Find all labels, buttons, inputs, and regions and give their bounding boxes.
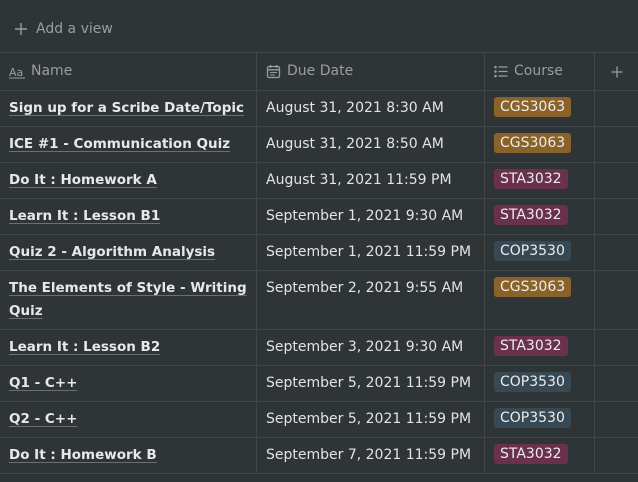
- column-header-label: Due Date: [287, 63, 354, 79]
- due-date-cell[interactable]: September 2, 2021 9:55 AM: [257, 271, 485, 329]
- due-date-value: September 1, 2021 11:59 PM: [266, 244, 472, 260]
- view-toolbar: Add a view: [0, 0, 638, 52]
- empty-cell: [595, 271, 638, 329]
- due-date-cell[interactable]: September 3, 2021 9:30 AM: [257, 330, 485, 365]
- table-row[interactable]: The Elements of Style - Writing Quiz Sept…: [0, 271, 638, 330]
- due-date-value: September 7, 2021 11:59 PM: [266, 447, 472, 463]
- due-date-cell[interactable]: September 7, 2021 11:59 PM: [257, 438, 485, 473]
- due-date-value: September 2, 2021 9:55 AM: [266, 280, 464, 296]
- due-date-value: September 3, 2021 9:30 AM: [266, 339, 464, 355]
- course-tag: CGS3063: [494, 97, 572, 117]
- empty-cell: [595, 402, 638, 437]
- course-tag: COP3530: [494, 241, 571, 261]
- name-cell[interactable]: Do It : Homework B: [0, 438, 257, 473]
- course-cell[interactable]: STA3032: [485, 163, 595, 198]
- row-title-link[interactable]: Learn It : Lesson B1: [9, 205, 160, 228]
- table-row[interactable]: Quiz 2 - Algorithm Analysis September 1, …: [0, 235, 638, 271]
- name-cell[interactable]: ICE #1 - Communication Quiz: [0, 127, 257, 162]
- name-cell[interactable]: Quiz 2 - Algorithm Analysis: [0, 235, 257, 270]
- empty-cell: [595, 127, 638, 162]
- plus-icon: [611, 66, 622, 77]
- course-tag: COP3530: [494, 408, 571, 428]
- due-date-cell[interactable]: September 5, 2021 11:59 PM: [257, 366, 485, 401]
- table-header-row: Aa Name Due Date Course: [0, 52, 638, 91]
- course-cell[interactable]: CGS3063: [485, 91, 595, 126]
- empty-cell: [595, 91, 638, 126]
- due-date-cell[interactable]: August 31, 2021 11:59 PM: [257, 163, 485, 198]
- empty-cell: [595, 438, 638, 473]
- add-view-button[interactable]: Add a view: [14, 18, 113, 40]
- row-title-link[interactable]: ICE #1 - Communication Quiz: [9, 133, 230, 156]
- empty-cell: [595, 366, 638, 401]
- table-row[interactable]: Sign up for a Scribe Date/Topic August 31…: [0, 91, 638, 127]
- due-date-value: August 31, 2021 11:59 PM: [266, 172, 452, 188]
- course-cell[interactable]: STA3032: [485, 438, 595, 473]
- name-cell[interactable]: The Elements of Style - Writing Quiz: [0, 271, 257, 329]
- course-tag: STA3032: [494, 336, 568, 356]
- course-cell[interactable]: STA3032: [485, 330, 595, 365]
- svg-text:Aa: Aa: [9, 66, 23, 79]
- row-title-link[interactable]: Learn It : Lesson B2: [9, 336, 160, 359]
- empty-cell: [595, 163, 638, 198]
- row-title-link[interactable]: Do It : Homework B: [9, 444, 157, 467]
- due-date-cell[interactable]: September 1, 2021 9:30 AM: [257, 199, 485, 234]
- row-title-link[interactable]: Q2 - C++: [9, 408, 77, 431]
- plus-icon: [15, 23, 27, 35]
- name-cell[interactable]: Learn It : Lesson B1: [0, 199, 257, 234]
- due-date-value: August 31, 2021 8:30 AM: [266, 100, 444, 116]
- name-cell[interactable]: Q1 - C++: [0, 366, 257, 401]
- add-property-button[interactable]: [595, 53, 638, 90]
- row-title-link[interactable]: Quiz 2 - Algorithm Analysis: [9, 241, 215, 264]
- row-title-link[interactable]: Q1 - C++: [9, 372, 77, 395]
- row-title-link[interactable]: The Elements of Style - Writing Quiz: [9, 277, 247, 323]
- course-cell[interactable]: STA3032: [485, 199, 595, 234]
- course-tag: COP3530: [494, 372, 571, 392]
- due-date-value: September 5, 2021 11:59 PM: [266, 375, 472, 391]
- table-row[interactable]: Q2 - C++ September 5, 2021 11:59 PM COP353…: [0, 402, 638, 438]
- due-date-cell[interactable]: August 31, 2021 8:30 AM: [257, 91, 485, 126]
- add-view-label: Add a view: [36, 21, 113, 37]
- table-body: Sign up for a Scribe Date/Topic August 31…: [0, 91, 638, 474]
- due-date-cell[interactable]: September 1, 2021 11:59 PM: [257, 235, 485, 270]
- table-row[interactable]: Do It : Homework B September 7, 2021 11:5…: [0, 438, 638, 474]
- row-title-link[interactable]: Do It : Homework A: [9, 169, 157, 192]
- name-cell[interactable]: Do It : Homework A: [0, 163, 257, 198]
- column-header-label: Course: [514, 63, 563, 79]
- empty-cell: [595, 199, 638, 234]
- due-date-cell[interactable]: August 31, 2021 8:50 AM: [257, 127, 485, 162]
- table-row[interactable]: Do It : Homework A August 31, 2021 11:59 …: [0, 163, 638, 199]
- text-property-icon: Aa: [9, 66, 25, 79]
- due-date-value: September 1, 2021 9:30 AM: [266, 208, 464, 224]
- table-row[interactable]: Learn It : Lesson B1 September 1, 2021 9:…: [0, 199, 638, 235]
- course-cell[interactable]: CGS3063: [485, 271, 595, 329]
- column-header-name[interactable]: Aa Name: [0, 53, 257, 90]
- row-title-link[interactable]: Sign up for a Scribe Date/Topic: [9, 97, 244, 120]
- course-tag: CGS3063: [494, 277, 572, 297]
- due-date-cell[interactable]: September 5, 2021 11:59 PM: [257, 402, 485, 437]
- column-header-label: Name: [31, 63, 73, 79]
- list-icon: [494, 65, 508, 78]
- course-tag: STA3032: [494, 169, 568, 189]
- name-cell[interactable]: Sign up for a Scribe Date/Topic: [0, 91, 257, 126]
- course-cell[interactable]: COP3530: [485, 402, 595, 437]
- table-row[interactable]: Q1 - C++ September 5, 2021 11:59 PM COP353…: [0, 366, 638, 402]
- column-header-due-date[interactable]: Due Date: [257, 53, 485, 90]
- name-cell[interactable]: Q2 - C++: [0, 402, 257, 437]
- course-cell[interactable]: COP3530: [485, 366, 595, 401]
- empty-cell: [595, 330, 638, 365]
- table-row[interactable]: Learn It : Lesson B2 September 3, 2021 9:…: [0, 330, 638, 366]
- course-cell[interactable]: CGS3063: [485, 127, 595, 162]
- course-tag: STA3032: [494, 205, 568, 225]
- column-header-course[interactable]: Course: [485, 53, 595, 90]
- course-tag: CGS3063: [494, 133, 572, 153]
- due-date-value: August 31, 2021 8:50 AM: [266, 136, 444, 152]
- table-row[interactable]: ICE #1 - Communication Quiz August 31, 20…: [0, 127, 638, 163]
- course-cell[interactable]: COP3530: [485, 235, 595, 270]
- calendar-icon: [266, 65, 281, 79]
- course-tag: STA3032: [494, 444, 568, 464]
- database-table: Aa Name Due Date Course Sign up for a Sc…: [0, 52, 638, 474]
- due-date-value: September 5, 2021 11:59 PM: [266, 411, 472, 427]
- empty-cell: [595, 235, 638, 270]
- name-cell[interactable]: Learn It : Lesson B2: [0, 330, 257, 365]
